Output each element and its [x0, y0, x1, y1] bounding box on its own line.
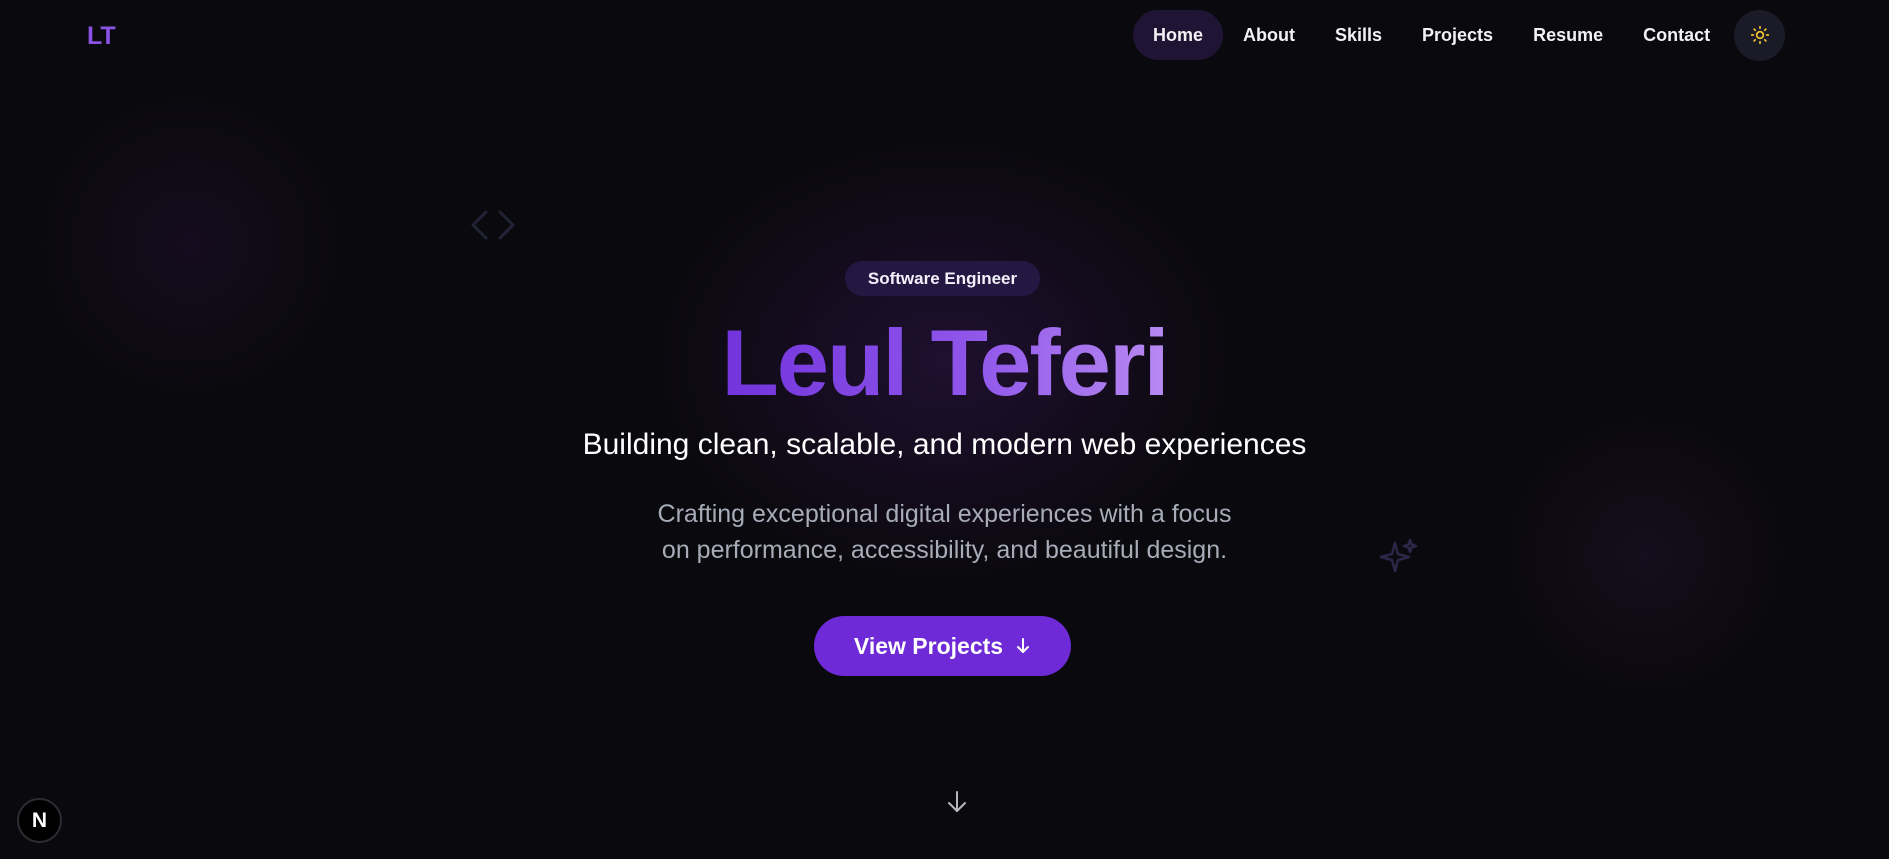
- nav-resume[interactable]: Resume: [1513, 10, 1623, 60]
- role-badge: Software Engineer: [845, 261, 1040, 296]
- nav-skills[interactable]: Skills: [1315, 10, 1402, 60]
- nav-about[interactable]: About: [1223, 10, 1315, 60]
- code-brackets-icon: [468, 207, 518, 248]
- nav-projects[interactable]: Projects: [1402, 10, 1513, 60]
- nextjs-dev-badge[interactable]: N: [17, 798, 62, 843]
- description-line-1: Crafting exceptional digital experiences…: [657, 500, 1232, 528]
- hero-name: Leul Teferi: [0, 308, 1889, 418]
- hero-name-text: Leul Teferi: [721, 310, 1169, 415]
- description-line-2: on performance, accessibility, and beaut…: [661, 536, 1228, 564]
- arrow-down-icon: [1015, 637, 1031, 655]
- sun-icon: [1750, 25, 1769, 45]
- nextjs-icon: N: [31, 808, 48, 832]
- main-nav: Home About Skills Projects Resume Contac…: [1133, 9, 1786, 61]
- nav-contact[interactable]: Contact: [1623, 10, 1730, 60]
- hero-tagline: Building clean, scalable, and modern web…: [582, 428, 1307, 461]
- theme-toggle-button[interactable]: [1734, 9, 1786, 61]
- nav-home[interactable]: Home: [1133, 10, 1224, 60]
- view-projects-label: View Projects: [853, 632, 1004, 659]
- sparkles-icon: [1378, 537, 1420, 584]
- view-projects-button[interactable]: View Projects: [814, 616, 1071, 676]
- scroll-down-arrow-icon[interactable]: [945, 789, 969, 820]
- logo[interactable]: LT: [87, 22, 116, 51]
- hero-description: Crafting exceptional digital experiences…: [620, 496, 1269, 568]
